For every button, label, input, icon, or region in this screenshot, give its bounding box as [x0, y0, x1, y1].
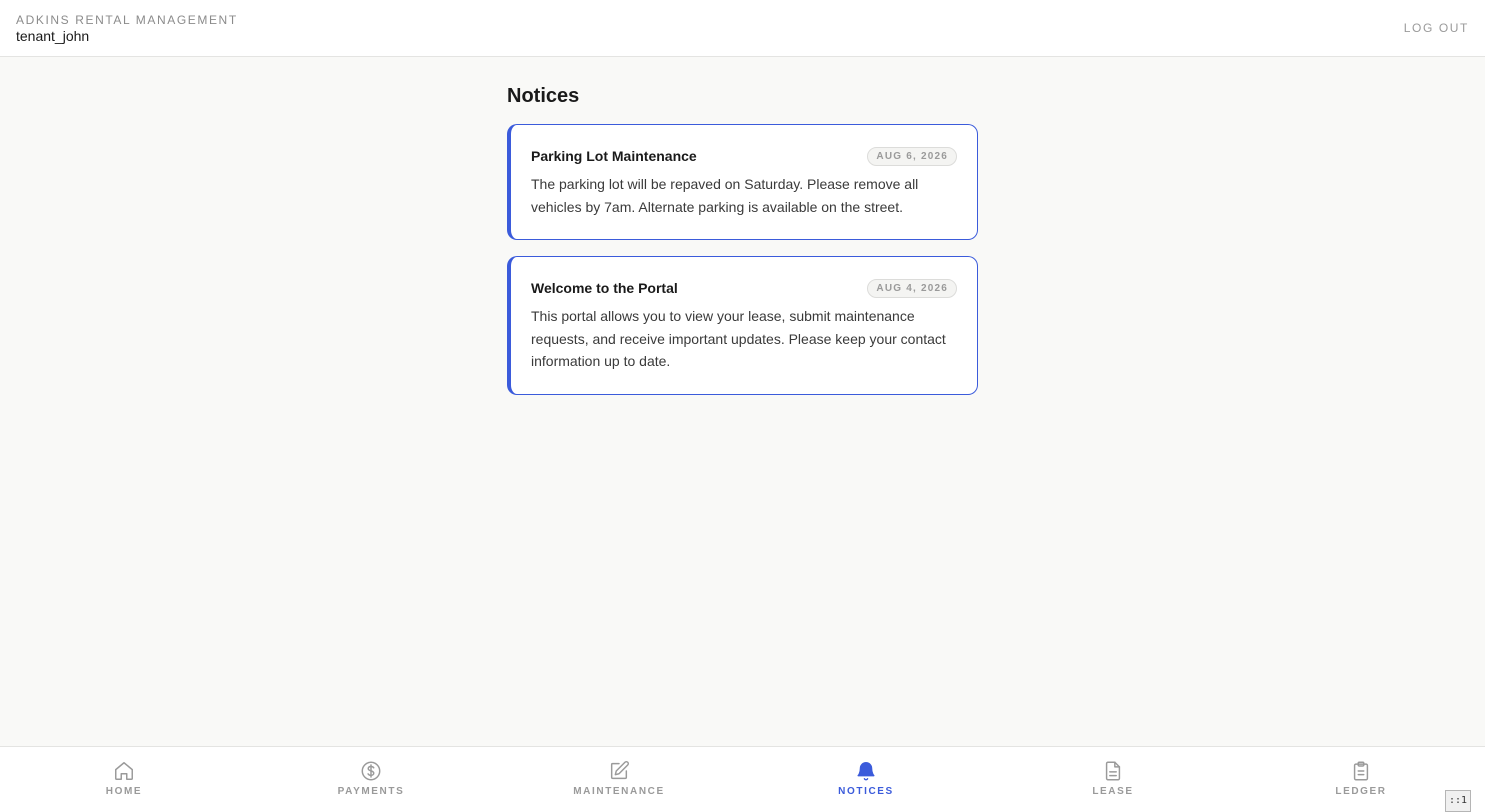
nav-item-payments[interactable]: PAYMENTS: [301, 747, 441, 812]
bell-icon: [857, 762, 875, 781]
top-bar: ADKINS RENTAL MANAGEMENT tenant_john LOG…: [0, 0, 1485, 57]
clipboard-icon: [1353, 761, 1369, 781]
nav-label: LEDGER: [1335, 786, 1387, 797]
notice-card: Welcome to the Portal AUG 4, 2026 This p…: [507, 256, 978, 395]
brand-name: ADKINS RENTAL MANAGEMENT: [16, 13, 238, 27]
notice-title: Welcome to the Portal: [531, 280, 678, 296]
notice-body: The parking lot will be repaved on Satur…: [531, 176, 919, 215]
page-title: Notices: [507, 85, 580, 107]
notices-page: Notices Parking Lot Maintenance AUG 6, 2…: [507, 82, 978, 411]
corner-badge: ::1: [1445, 790, 1471, 812]
nav-label: PAYMENTS: [337, 786, 405, 797]
nav-item-home[interactable]: HOME: [54, 747, 194, 812]
username: tenant_john: [16, 28, 90, 44]
nav-item-notices[interactable]: NOTICES: [796, 747, 936, 812]
document-icon: [1105, 761, 1121, 781]
nav-label: NOTICES: [838, 786, 894, 797]
notice-date-badge: AUG 4, 2026: [867, 278, 957, 298]
logout-button[interactable]: LOG OUT: [1404, 21, 1469, 35]
notice-date-badge: AUG 6, 2026: [867, 146, 957, 166]
nav-label: HOME: [105, 786, 143, 797]
notice-title: Parking Lot Maintenance: [531, 148, 697, 164]
edit-icon: [610, 761, 629, 780]
bottom-nav: HOME PAYMENTS MAINTENANCE NOTICES LEASE: [0, 746, 1485, 812]
notice-card: Parking Lot Maintenance AUG 6, 2026 The …: [507, 124, 978, 240]
dollar-icon: [361, 761, 381, 781]
nav-item-lease[interactable]: LEASE: [1043, 747, 1183, 812]
nav-label: MAINTENANCE: [573, 786, 665, 797]
nav-item-ledger[interactable]: LEDGER: [1291, 747, 1431, 812]
nav-label: LEASE: [1092, 786, 1134, 797]
nav-item-maintenance[interactable]: MAINTENANCE: [549, 747, 689, 812]
home-icon: [115, 762, 133, 780]
notice-body: This portal allows you to view your leas…: [531, 308, 946, 369]
